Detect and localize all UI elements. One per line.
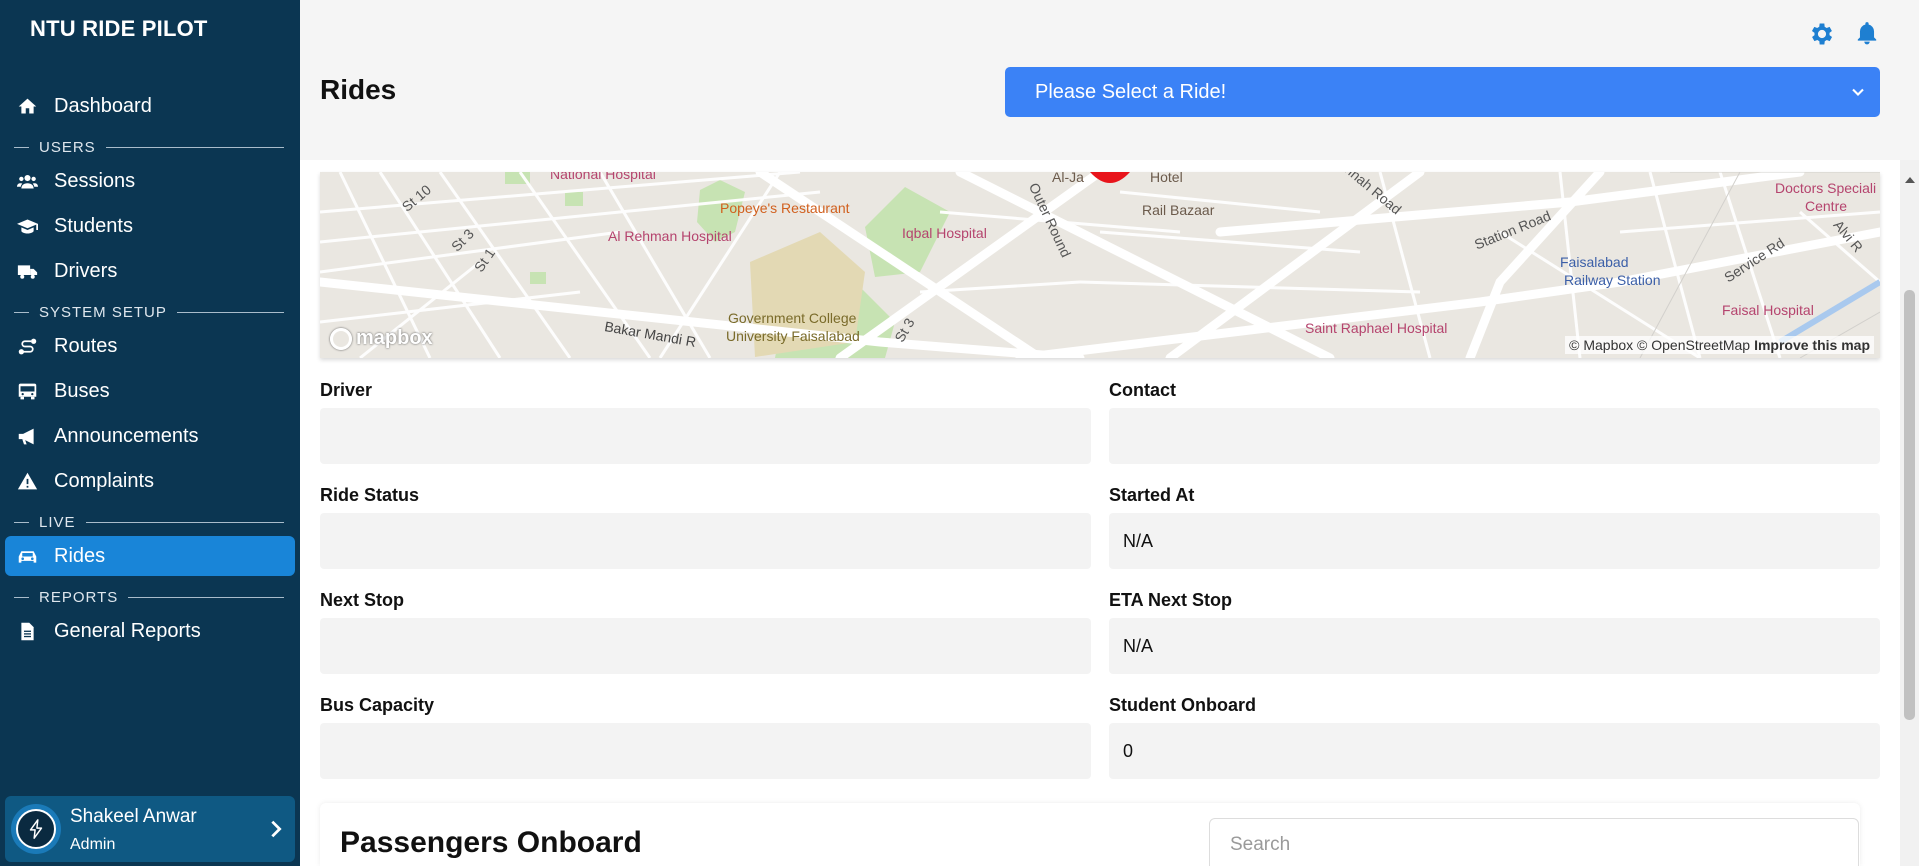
contact-label: Contact — [1109, 380, 1176, 400]
sidebar-item-drivers[interactable]: Drivers — [5, 251, 295, 291]
improve-map-link[interactable]: Improve this map — [1754, 337, 1870, 353]
map-attribution[interactable]: © Mapbox © OpenStreetMap Improve this map — [1565, 336, 1874, 354]
sidebar-item-announcements[interactable]: Announcements — [5, 416, 295, 456]
truck-icon — [15, 259, 39, 283]
started-at-field: N/A — [1109, 513, 1880, 569]
next-stop-label: Next Stop — [320, 590, 405, 610]
bus-icon — [15, 379, 39, 403]
map-label: Popeye's Restaurant — [720, 200, 850, 216]
map-label: University Faisalabad — [726, 328, 860, 344]
sidebar-item-complaints[interactable]: Complaints — [5, 461, 295, 501]
sidebar-item-label: Sessions — [54, 169, 136, 192]
ride-select-value: Please Select a Ride! — [1035, 80, 1227, 103]
map-roads — [320, 172, 1880, 358]
sidebar-item-label: Drivers — [54, 259, 118, 282]
sidebar-item-general-reports[interactable]: General Reports — [5, 611, 295, 651]
section-live: LIVE — [14, 514, 284, 531]
ride-status-label: Ride Status — [320, 485, 420, 505]
graduation-cap-icon — [15, 214, 39, 238]
map-label: Iqbal Hospital — [902, 225, 987, 241]
sidebar-item-students[interactable]: Students — [5, 206, 295, 246]
map[interactable]: National Hospital Al Rehman Hospital Pop… — [320, 172, 1880, 358]
car-icon — [15, 544, 39, 568]
section-reports: REPORTS — [14, 589, 284, 606]
bolt-icon — [29, 819, 43, 839]
file-icon — [15, 619, 39, 643]
sidebar-item-label: Students — [54, 214, 133, 237]
user-profile[interactable]: Shakeel Anwar Admin — [5, 796, 295, 862]
route-icon — [15, 334, 39, 358]
started-at-label: Started At — [1109, 485, 1195, 505]
map-label: Government College — [728, 310, 857, 326]
profile-name: Shakeel Anwar — [70, 806, 197, 827]
scrollbar-thumb[interactable] — [1904, 290, 1915, 720]
driver-field — [320, 408, 1091, 464]
driver-label: Driver — [320, 380, 373, 400]
section-users: USERS — [14, 139, 284, 156]
sidebar-item-buses[interactable]: Buses — [5, 371, 295, 411]
section-system-setup: SYSTEM SETUP — [14, 304, 284, 321]
map-label: Centre — [1805, 198, 1848, 214]
sidebar: NTU RIDE PILOT Dashboard USERS Sessions … — [0, 0, 300, 866]
chevron-down-icon — [1852, 88, 1864, 96]
search-input[interactable] — [1209, 818, 1859, 866]
map-label: Hotel — [1150, 172, 1183, 185]
map-label: Al Rehman Hospital — [608, 228, 732, 244]
bus-capacity-field — [320, 723, 1091, 779]
map-label: National Hospital — [550, 172, 656, 182]
sidebar-item-label: Dashboard — [54, 94, 152, 117]
gear-icon[interactable] — [1808, 20, 1836, 48]
eta-next-stop-label: ETA Next Stop — [1109, 590, 1233, 610]
passengers-title: Passengers Onboard — [340, 826, 642, 859]
student-onboard-label: Student Onboard — [1109, 695, 1256, 715]
student-onboard-field: 0 — [1109, 723, 1880, 779]
sidebar-item-label: Rides — [54, 544, 106, 567]
warning-icon — [15, 469, 39, 493]
map-label: Saint Raphael Hospital — [1305, 320, 1448, 336]
map-label: Rail Bazaar — [1142, 202, 1215, 218]
avatar — [11, 804, 61, 854]
contact-field — [1109, 408, 1880, 464]
sidebar-item-dashboard[interactable]: Dashboard — [5, 86, 295, 126]
eta-next-stop-field: N/A — [1109, 618, 1880, 674]
sidebar-item-label: Routes — [54, 334, 118, 357]
home-icon — [15, 94, 39, 118]
profile-role: Admin — [70, 836, 116, 853]
page-title: Rides — [320, 74, 397, 105]
map-label: Al-Ja — [1052, 172, 1084, 185]
bus-capacity-label: Bus Capacity — [320, 695, 435, 715]
next-stop-field — [320, 618, 1091, 674]
sidebar-item-label: Complaints — [54, 469, 155, 492]
bell-icon[interactable] — [1854, 19, 1880, 47]
ride-status-field — [320, 513, 1091, 569]
mapbox-logo[interactable]: mapbox — [330, 327, 433, 350]
sidebar-item-label: Buses — [54, 379, 110, 402]
chevron-right-icon — [271, 820, 282, 838]
sidebar-item-label: Announcements — [54, 424, 199, 447]
sidebar-item-routes[interactable]: Routes — [5, 326, 295, 366]
map-label: Railway Station — [1564, 272, 1661, 288]
ride-select[interactable]: Please Select a Ride! — [1005, 67, 1880, 117]
map-label: Doctors Speciali — [1775, 180, 1877, 196]
users-icon — [15, 169, 39, 193]
scrollbar[interactable] — [1900, 160, 1919, 866]
sidebar-item-sessions[interactable]: Sessions — [5, 161, 295, 201]
brand-title: NTU RIDE PILOT — [30, 16, 208, 41]
bullhorn-icon — [15, 424, 39, 448]
map-label: Faisal Hospital — [1722, 302, 1814, 318]
sidebar-item-rides[interactable]: Rides — [5, 536, 295, 576]
scroll-up-arrow[interactable] — [1905, 177, 1915, 183]
map-label: Faisalabad — [1560, 254, 1629, 270]
sidebar-item-label: General Reports — [54, 619, 201, 642]
